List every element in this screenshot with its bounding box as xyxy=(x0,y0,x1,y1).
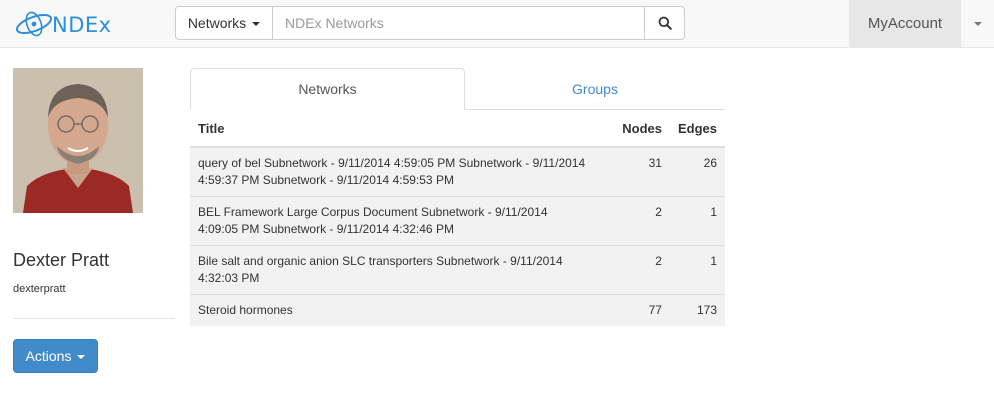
network-title[interactable]: Steroid hormones xyxy=(190,294,610,326)
my-account-link[interactable]: MyAccount xyxy=(849,0,961,47)
account-menu-toggle[interactable] xyxy=(961,0,994,47)
networks-table: Title Nodes Edges query of bel Subnetwor… xyxy=(190,110,725,326)
network-edges: 1 xyxy=(669,245,725,295)
search-type-dropdown[interactable]: Networks xyxy=(175,6,273,40)
search-bar: Networks xyxy=(175,6,685,40)
column-header-title: Title xyxy=(190,110,610,148)
column-header-edges: Edges xyxy=(669,110,725,148)
network-edges: 26 xyxy=(669,146,725,197)
my-account-label: MyAccount xyxy=(867,15,943,32)
search-button[interactable] xyxy=(645,6,685,40)
avatar xyxy=(13,68,143,213)
network-nodes: 2 xyxy=(609,196,670,246)
brand-name: NDEx xyxy=(52,13,112,37)
network-nodes: 31 xyxy=(609,146,670,197)
network-edges: 1 xyxy=(669,196,725,246)
column-header-nodes: Nodes xyxy=(609,110,670,148)
tab-networks-label: Networks xyxy=(298,81,357,97)
network-title[interactable]: query of bel Subnetwork - 9/11/2014 4:59… xyxy=(190,146,610,197)
search-input[interactable] xyxy=(273,6,645,40)
caret-down-icon xyxy=(252,22,261,26)
tab-bar: Networks Groups xyxy=(190,68,725,110)
actions-label: Actions xyxy=(25,348,72,364)
user-username: dexterpratt xyxy=(13,283,66,295)
table-row[interactable]: query of bel Subnetwork - 9/11/2014 4:59… xyxy=(190,146,725,197)
tab-networks[interactable]: Networks xyxy=(190,68,465,110)
table-row[interactable]: BEL Framework Large Corpus Document Subn… xyxy=(190,196,725,246)
table-header-row: Title Nodes Edges xyxy=(190,110,725,148)
user-full-name: Dexter Pratt xyxy=(13,250,110,270)
profile-photo xyxy=(13,68,143,213)
caret-down-icon xyxy=(77,355,86,359)
search-icon xyxy=(658,16,672,30)
network-edges: 173 xyxy=(669,294,725,326)
network-nodes: 77 xyxy=(609,294,670,326)
divider xyxy=(13,318,175,319)
table-row[interactable]: Bile salt and organic anion SLC transpor… xyxy=(190,245,725,295)
tab-groups-label: Groups xyxy=(572,81,618,97)
tab-groups[interactable]: Groups xyxy=(465,68,725,110)
brand-logo[interactable]: NDEx xyxy=(14,9,134,39)
network-nodes: 2 xyxy=(609,245,670,295)
table-row[interactable]: Steroid hormones 77 173 xyxy=(190,294,725,326)
search-type-label: Networks xyxy=(187,15,247,31)
caret-down-icon xyxy=(973,21,982,26)
network-title[interactable]: Bile salt and organic anion SLC transpor… xyxy=(190,245,610,295)
top-navbar: NDEx Networks MyAccount xyxy=(0,0,994,48)
actions-button[interactable]: Actions xyxy=(13,339,98,373)
network-title[interactable]: BEL Framework Large Corpus Document Subn… xyxy=(190,196,610,246)
